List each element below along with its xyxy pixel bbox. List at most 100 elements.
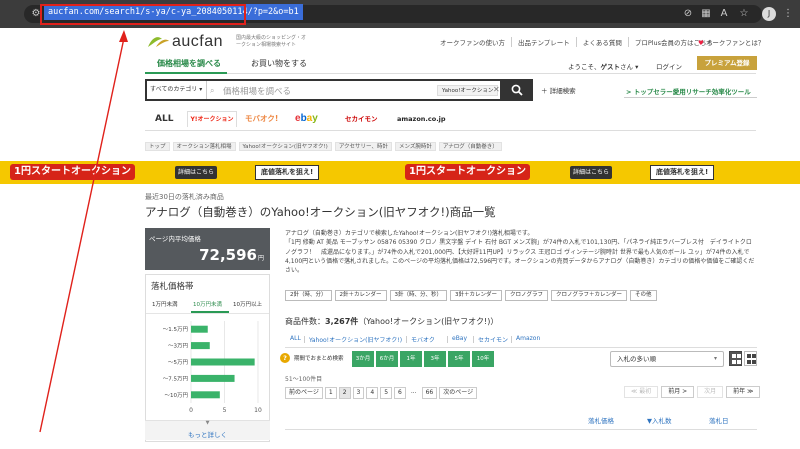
search-input[interactable]: 価格相場を調べる (223, 85, 291, 97)
site-tab-amazon[interactable]: amazon.co.jp (397, 111, 446, 127)
filter-yahoo[interactable]: Yahoo!オークション(旧ヤフオク!) (309, 335, 402, 344)
period-button[interactable]: 10年 (472, 351, 494, 367)
period-button[interactable]: 3か月 (352, 351, 374, 367)
banner-sub-text: 底値落札を狙え! (255, 165, 320, 180)
banner-details: 詳細はこちら (570, 166, 613, 179)
period-button[interactable]: 5年 (448, 351, 470, 367)
breadcrumb-item[interactable]: Yahoo!オークション(旧ヤフオク!) (238, 142, 332, 151)
search-form: すべてのカテゴリ ▾ ⌕ 価格相場を調べる Yahoo!オークション ✕ (145, 79, 533, 101)
prev-page-button[interactable]: 前のページ (285, 387, 323, 399)
description-line: アナログ（自動巻き）カテゴリで検索したYahoo!オークション(旧ヤフオク!)落… (285, 230, 534, 237)
nav-template[interactable]: 出品テンプレート (512, 37, 577, 47)
chart-bar (191, 325, 208, 333)
filter-mobaoku[interactable]: モバオク (411, 335, 435, 344)
period-label: 期間でおまとめ検索 (294, 356, 344, 362)
site-filter-chip[interactable]: Yahoo!オークション (437, 85, 499, 96)
prev-month-button[interactable]: 前月 > (661, 386, 695, 398)
help-icon[interactable]: ? (280, 353, 290, 363)
nav-howto[interactable]: オークファンの使い方 (434, 37, 512, 47)
site-tab-sekaimon[interactable]: セカイモン (345, 111, 378, 127)
average-price-value: 72,596円 (199, 246, 264, 264)
eye-off-icon[interactable]: ⊘ (682, 8, 694, 20)
page-number[interactable]: 3 (352, 387, 365, 399)
page-number-current[interactable]: 2 (338, 387, 351, 399)
next-month-button[interactable]: 次月 (697, 386, 724, 398)
type-chip[interactable]: クロノグラフ (505, 290, 549, 301)
site-tab-yahoo[interactable]: Y!オークション (187, 111, 237, 127)
breadcrumb-item[interactable]: オークション落札相場 (172, 142, 236, 151)
period-button[interactable]: 3年 (424, 351, 446, 367)
clear-icon[interactable]: ✕ (493, 85, 500, 94)
page-number[interactable]: 66 (421, 387, 438, 399)
month-pager: ≪ 最初 前月 > 次月 前年 ≫ (624, 386, 761, 398)
chart-tick-label: 5 (223, 407, 227, 414)
page-number[interactable]: 6 (394, 387, 406, 399)
category-description: アナログ（自動巻き）カテゴリで検索したYahoo!オークション(旧ヤフオク!)落… (285, 229, 757, 275)
banner-main-text: 1円スタートオークション (405, 164, 530, 180)
page-number[interactable]: 5 (380, 387, 393, 399)
page-number[interactable]: 1 (324, 387, 337, 399)
site-tabs: ALL Y!オークション モバオク! ebay セカイモン amazon.co.… (145, 108, 756, 130)
filter-separator (406, 336, 407, 343)
more-menu-icon[interactable]: ⋮ (782, 8, 794, 20)
column-date[interactable]: 落札日 (709, 415, 729, 425)
sort-select[interactable]: 入札の多い順 ▾ (610, 351, 724, 367)
tab-shopping[interactable]: お買い物をする (251, 58, 307, 69)
login-link[interactable]: ログイン (656, 61, 682, 71)
page-number[interactable]: 4 (366, 387, 379, 399)
filter-sekaimon[interactable]: セカイモン (478, 335, 508, 344)
period-button[interactable]: 1年 (400, 351, 422, 367)
band-tab-under-10k[interactable]: 1万円未満 (152, 300, 178, 310)
band-tab-under-100k[interactable]: 10万円未満 (193, 300, 222, 310)
filter-amazon[interactable]: Amazon (516, 335, 540, 342)
about-link[interactable]: ♥ オークファンとは？ (698, 37, 764, 47)
search-button[interactable] (500, 79, 533, 101)
site-tab-mobaoku[interactable]: モバオク! (245, 111, 278, 127)
type-chip[interactable]: 2針＋カレンダー (334, 290, 387, 301)
filter-all[interactable]: ALL (290, 335, 301, 342)
type-chip[interactable]: 3針（時、分、秒） (389, 290, 447, 301)
price-band-chart: 0 5 10 ～1.5万円 ～3万円 ～5万円 ～7.5万円 ～10万円 (163, 321, 262, 414)
type-chip[interactable]: 3針＋カレンダー (450, 290, 502, 301)
tile-view-icon (752, 360, 756, 364)
tile-view-toggle[interactable] (744, 351, 757, 366)
column-price[interactable]: 落札価格 (588, 415, 614, 425)
category-select[interactable]: すべてのカテゴリ ▾ (147, 81, 207, 99)
period-button[interactable]: 6か月 (376, 351, 398, 367)
type-chip[interactable]: 2針（時、分） (285, 290, 332, 301)
banner-main-text: 1円スタートオークション (10, 164, 135, 180)
band-tab-over-100k[interactable]: 10万円以上 (233, 300, 262, 310)
grid-view-toggle[interactable] (729, 351, 742, 366)
type-chip[interactable]: クロノグラフ＋カレンダー (551, 290, 628, 301)
column-bids[interactable]: ▼入札数 (647, 415, 672, 425)
translate-icon[interactable]: A (718, 8, 730, 20)
premium-register-button[interactable]: プレミアム登録 (697, 56, 757, 70)
nav-faq[interactable]: よくある質問 (577, 37, 629, 47)
advanced-search-link[interactable]: ＋ 詳細検索 (541, 85, 576, 95)
promo-banner[interactable]: 1円スタートオークション 詳細はこちら 底値落札を狙え! 1円スタートオークショ… (0, 161, 800, 184)
site-tab-ebay[interactable]: ebay (295, 111, 318, 127)
profile-avatar[interactable]: J (762, 7, 776, 21)
chart-category-label: ～1.5万円 (163, 326, 189, 333)
result-count: 商品件数：3,267件（Yahoo!オークション(旧ヤフオク!)） (285, 317, 499, 326)
filter-ebay[interactable]: eBay (452, 335, 467, 342)
breadcrumb-item[interactable]: アクセサリー、時計 (334, 142, 392, 151)
tab-price-search[interactable]: 価格相場を調べる (157, 58, 221, 69)
chart-bar (191, 358, 255, 366)
breadcrumb-item[interactable]: トップ (145, 142, 170, 151)
tile-view-icon (747, 360, 751, 364)
site-tab-all[interactable]: ALL (155, 111, 173, 127)
breadcrumb: トップ オークション落札相場 Yahoo!オークション(旧ヤフオク!) アクセサ… (145, 142, 502, 151)
more-details-button[interactable]: ▼ もっと詳しく (145, 420, 270, 440)
breadcrumb-item[interactable]: メンズ腕時計 (394, 142, 436, 151)
qr-code-icon[interactable]: ▦ (700, 8, 712, 20)
type-chip[interactable]: その他 (630, 290, 657, 301)
next-page-button[interactable]: 次のページ (439, 387, 478, 399)
filter-separator (304, 336, 305, 343)
bookmark-star-icon[interactable]: ☆ (738, 8, 750, 20)
breadcrumb-item[interactable]: アナログ（自動巻き） (438, 142, 502, 151)
prev-year-button[interactable]: 前年 ≫ (726, 386, 761, 398)
grid-view-icon (737, 354, 741, 358)
tool-ad-link[interactable]: > トップセラー愛用リサーチ効率化ツール (626, 86, 751, 96)
first-button[interactable]: ≪ 最初 (624, 386, 659, 398)
